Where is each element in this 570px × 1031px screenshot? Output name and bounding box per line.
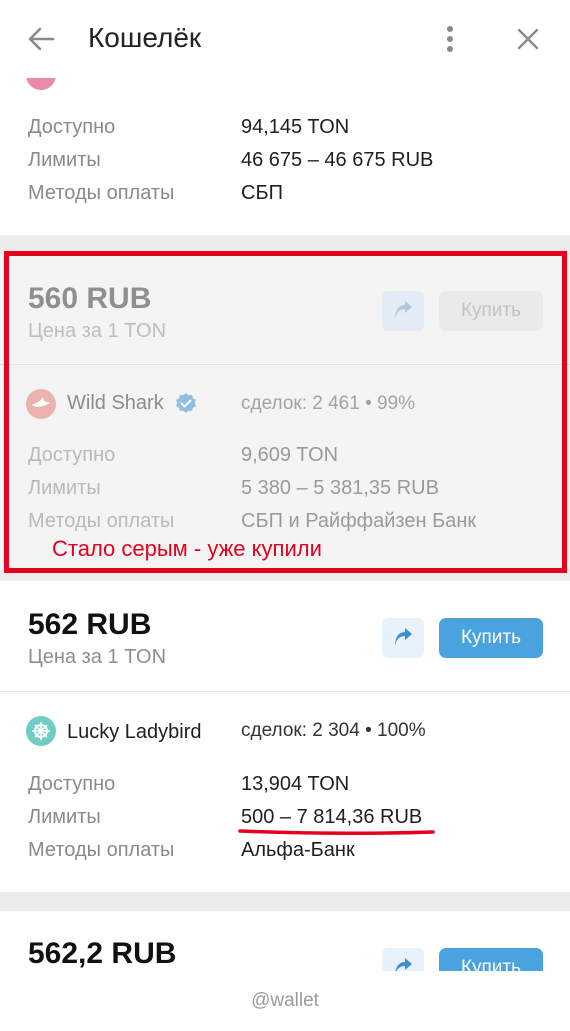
merchant-avatar	[26, 78, 56, 90]
back-arrow-icon[interactable]	[26, 24, 56, 54]
buy-button[interactable]: Купить	[439, 291, 543, 331]
share-button[interactable]	[382, 618, 424, 658]
offer-price: 562 RUB	[28, 608, 152, 641]
limits-value: 5 380 – 5 381,35 RUB	[241, 477, 439, 499]
verified-badge-icon	[176, 393, 196, 413]
offer-card: 562,2 RUB Купить	[0, 911, 570, 971]
share-button[interactable]	[382, 291, 424, 331]
ladybird-icon	[32, 722, 50, 740]
deals-stats: сделок: 2 304 • 100%	[241, 720, 426, 741]
payment-methods-value: СБП	[241, 182, 283, 204]
offers-list[interactable]: Доступно 94,145 TON Лимиты 46 675 – 46 6…	[0, 78, 570, 971]
offer-price: 560 RUB	[28, 282, 152, 315]
page-title: Кошелёк	[88, 22, 202, 53]
shark-icon	[32, 397, 50, 407]
price-per-label: Цена за 1 TON	[28, 646, 167, 668]
limits-label: Лимиты	[28, 806, 101, 828]
price-per-label: Цена за 1 TON	[28, 320, 167, 342]
available-value: 94,145 TON	[241, 116, 350, 138]
share-button[interactable]	[382, 948, 424, 971]
annotation-underline	[238, 829, 435, 836]
buy-button[interactable]: Купить	[439, 948, 543, 971]
annotation-text: Стало серым - уже купили	[52, 536, 322, 561]
offer-card: 562 RUB Цена за 1 TON Купить Lucky Ladyb…	[0, 581, 570, 892]
available-label: Доступно	[28, 444, 116, 466]
available-value: 9,609 TON	[241, 444, 339, 466]
available-label: Доступно	[28, 116, 116, 138]
available-label: Доступно	[28, 773, 116, 795]
merchant-name[interactable]: Lucky Ladybird	[67, 721, 202, 744]
share-icon	[395, 958, 412, 971]
more-vertical-icon[interactable]	[440, 24, 460, 54]
offer-card: Доступно 94,145 TON Лимиты 46 675 – 46 6…	[0, 78, 570, 235]
limits-value: 46 675 – 46 675 RUB	[241, 149, 434, 171]
buy-button[interactable]: Купить	[439, 618, 543, 658]
merchant-avatar	[26, 716, 56, 746]
footer: @wallet	[0, 971, 570, 1031]
limits-label: Лимиты	[28, 477, 101, 499]
merchant-avatar	[26, 389, 56, 419]
app-header: Кошелёк	[0, 0, 570, 78]
payment-methods-value: СБП и Райффайзен Банк	[241, 510, 477, 532]
limits-label: Лимиты	[28, 149, 101, 171]
divider	[0, 364, 570, 365]
payment-methods-label: Методы оплаты	[28, 839, 175, 861]
share-icon	[395, 301, 412, 319]
available-value: 13,904 TON	[241, 773, 350, 795]
payment-methods-value: Альфа-Банк	[241, 839, 355, 861]
bot-username: @wallet	[251, 990, 319, 1011]
close-icon[interactable]	[516, 27, 540, 51]
offer-card-disabled: 560 RUB Цена за 1 TON Купить Wild Shark …	[0, 255, 570, 569]
divider	[0, 691, 570, 692]
offer-price: 562,2 RUB	[28, 937, 177, 970]
merchant-name[interactable]: Wild Shark	[67, 392, 164, 415]
share-icon	[395, 628, 412, 646]
payment-methods-label: Методы оплаты	[28, 182, 175, 204]
payment-methods-label: Методы оплаты	[28, 510, 175, 532]
deals-stats: сделок: 2 461 • 99%	[241, 393, 416, 414]
